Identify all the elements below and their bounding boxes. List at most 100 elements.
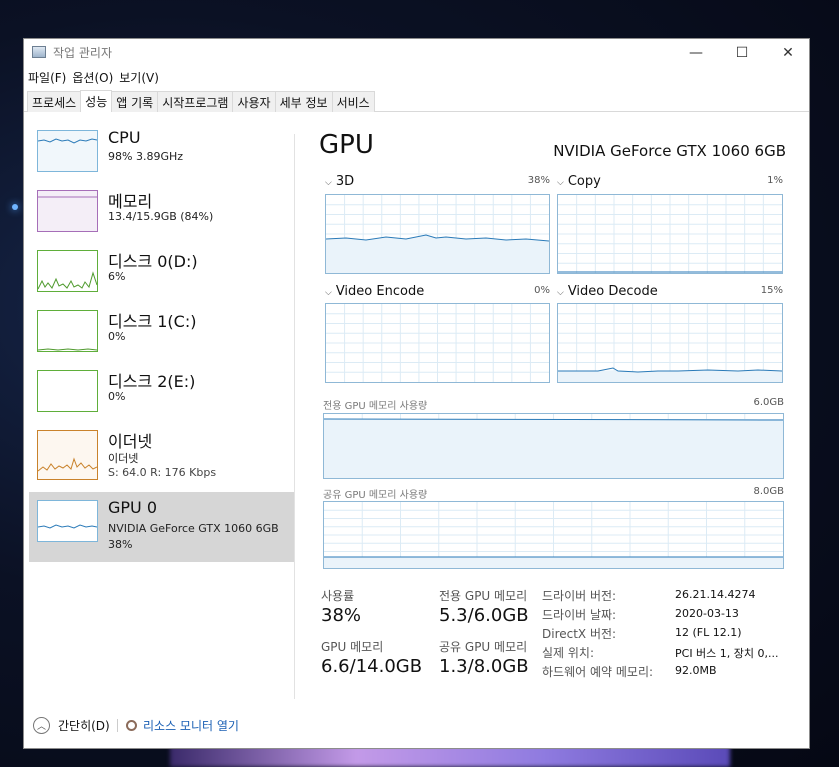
tab-users[interactable]: 사용자 xyxy=(232,91,276,112)
tab-performance[interactable]: 성능 xyxy=(80,90,113,112)
disk-1-thumbnail-graph xyxy=(37,310,98,352)
tab-app-history[interactable]: 앱 기록 xyxy=(111,91,159,112)
driver-date-label: 드라이버 날짜: xyxy=(542,608,617,622)
disk-0-thumbnail-graph xyxy=(37,250,98,292)
disk-2-thumbnail-graph xyxy=(37,370,98,412)
engine-video-encode-selector[interactable]: ⌵ Video Encode xyxy=(325,284,424,299)
engine-3d-graph xyxy=(325,194,550,274)
sidebar-item-detail: NVIDIA GeForce GTX 1060 6GB xyxy=(108,522,279,535)
reserved-memory-value: 92.0MB xyxy=(675,664,717,677)
sidebar-item-detail: 0% xyxy=(108,390,126,403)
resource-monitor-label: 리소스 모니터 열기 xyxy=(143,719,239,733)
gpu-model-name: NVIDIA GeForce GTX 1060 6GB xyxy=(553,142,786,160)
engine-label: Video Decode xyxy=(567,284,658,299)
chevron-down-icon: ⌵ xyxy=(325,288,332,298)
engine-video-decode-selector[interactable]: ⌵ Video Decode xyxy=(557,284,658,299)
engine-copy-graph xyxy=(557,194,783,274)
open-resource-monitor-link[interactable]: 리소스 모니터 열기 xyxy=(126,717,239,734)
sidebar-item-ethernet[interactable]: 이더넷 이더넷 S: 64.0 R: 176 Kbps xyxy=(29,422,295,492)
directx-version-value: 12 (FL 12.1) xyxy=(675,626,742,639)
fewer-details-button[interactable]: ︿ 간단히(D) xyxy=(33,717,110,734)
page-title: GPU xyxy=(319,130,374,160)
background-light xyxy=(12,204,18,210)
sidebar-item-title: 메모리 xyxy=(108,192,153,211)
sidebar-item-detail: 6% xyxy=(108,270,126,283)
driver-version-value: 26.21.14.4274 xyxy=(675,588,756,601)
physical-location-value: PCI 버스 1, 장치 0,... xyxy=(675,647,779,660)
fewer-details-label: 간단히(D) xyxy=(58,719,110,733)
sidebar-item-detail: 0% xyxy=(108,330,126,343)
footer-separator xyxy=(117,719,118,732)
dedicated-memory-label: 전용 GPU 메모리 xyxy=(439,589,528,603)
resource-monitor-icon xyxy=(126,720,137,731)
physical-location-label: 실제 위치: xyxy=(542,646,595,660)
tab-processes[interactable]: 프로세스 xyxy=(27,91,82,112)
menu-view[interactable]: 보기(V) xyxy=(116,67,162,87)
tab-bar: 프로세스 성능 앱 기록 시작프로그램 사용자 세부 정보 서비스 xyxy=(27,90,375,112)
engine-video-encode-graph xyxy=(325,303,550,383)
background-glow xyxy=(170,745,730,767)
shared-memory-value: 1.3/8.0GB xyxy=(439,656,529,677)
sidebar-item-title: CPU xyxy=(108,128,141,147)
engine-copy-selector[interactable]: ⌵ Copy xyxy=(557,174,601,189)
tab-services[interactable]: 서비스 xyxy=(331,91,375,112)
minimize-button[interactable]: — xyxy=(673,39,719,67)
title-bar: 작업 관리자 — ☐ ✕ xyxy=(24,39,809,67)
shared-memory-graph xyxy=(323,501,784,569)
gpu-0-thumbnail-graph xyxy=(37,500,98,542)
driver-date-value: 2020-03-13 xyxy=(675,607,739,620)
sidebar-item-title: 디스크 2(E:) xyxy=(108,372,196,391)
sidebar-item-title: 디스크 1(C:) xyxy=(108,312,197,331)
menu-options[interactable]: 옵션(O) xyxy=(69,67,116,87)
ethernet-thumbnail-graph xyxy=(37,430,98,480)
sidebar-item-detail: 이더넷 xyxy=(108,452,139,465)
engine-percent: 38% xyxy=(527,175,550,186)
sidebar-item-usage: 38% xyxy=(108,538,133,551)
sidebar-item-disk-2[interactable]: 디스크 2(E:) 0% xyxy=(29,362,295,422)
reserved-memory-label: 하드웨어 예약 메모리: xyxy=(542,665,654,679)
dedicated-memory-value: 5.3/6.0GB xyxy=(439,605,529,626)
cpu-thumbnail-graph xyxy=(37,130,98,172)
sidebar-item-disk-1[interactable]: 디스크 1(C:) 0% xyxy=(29,302,295,362)
memory-thumbnail-graph xyxy=(37,190,98,232)
directx-version-label: DirectX 버전: xyxy=(542,627,617,641)
task-manager-icon xyxy=(32,46,46,58)
sidebar-divider xyxy=(294,134,295,699)
engine-percent: 0% xyxy=(534,285,550,296)
close-button[interactable]: ✕ xyxy=(765,39,811,67)
usage-label: 사용률 xyxy=(321,589,355,603)
shared-memory-capacity: 8.0GB xyxy=(753,486,784,497)
maximize-button[interactable]: ☐ xyxy=(719,39,765,67)
dedicated-memory-graph-label: 전용 GPU 메모리 사용량 xyxy=(323,401,428,412)
sidebar-item-title: GPU 0 xyxy=(108,498,158,517)
chevron-up-icon: ︿ xyxy=(33,717,50,734)
sidebar-item-memory[interactable]: 메모리 13.4/15.9GB (84%) xyxy=(29,182,295,242)
chevron-down-icon: ⌵ xyxy=(557,288,564,298)
sidebar-item-throughput: S: 64.0 R: 176 Kbps xyxy=(108,466,217,479)
engine-3d-selector[interactable]: ⌵ 3D xyxy=(325,174,354,189)
task-manager-window: 작업 관리자 — ☐ ✕ 파일(F) 옵션(O) 보기(V) 프로세스 성능 앱… xyxy=(24,39,809,748)
chevron-down-icon: ⌵ xyxy=(557,178,564,188)
sidebar-item-gpu-0[interactable]: GPU 0 NVIDIA GeForce GTX 1060 6GB 38% xyxy=(29,492,295,562)
gpu-memory-value: 6.6/14.0GB xyxy=(321,656,423,677)
engine-percent: 1% xyxy=(767,175,783,186)
engine-label: 3D xyxy=(335,174,355,189)
engine-label: Video Encode xyxy=(335,284,425,299)
tab-details[interactable]: 세부 정보 xyxy=(274,91,333,112)
window-title: 작업 관리자 xyxy=(53,46,113,60)
engine-video-decode-graph xyxy=(557,303,783,383)
menu-bar: 파일(F) 옵션(O) 보기(V) xyxy=(24,67,162,87)
chevron-down-icon: ⌵ xyxy=(325,178,332,188)
sidebar-item-detail: 98% 3.89GHz xyxy=(108,150,184,163)
sidebar-item-cpu[interactable]: CPU 98% 3.89GHz xyxy=(29,122,295,182)
sidebar-item-detail: 13.4/15.9GB (84%) xyxy=(108,210,214,223)
sidebar-item-title: 디스크 0(D:) xyxy=(108,252,198,271)
dedicated-memory-capacity: 6.0GB xyxy=(753,397,784,408)
usage-value: 38% xyxy=(321,605,362,626)
sidebar-item-disk-0[interactable]: 디스크 0(D:) 6% xyxy=(29,242,295,302)
menu-file[interactable]: 파일(F) xyxy=(25,67,69,87)
tab-startup[interactable]: 시작프로그램 xyxy=(157,91,234,112)
shared-memory-graph-label: 공유 GPU 메모리 사용량 xyxy=(323,490,428,501)
sidebar-item-title: 이더넷 xyxy=(108,432,153,451)
engine-percent: 15% xyxy=(760,285,783,296)
